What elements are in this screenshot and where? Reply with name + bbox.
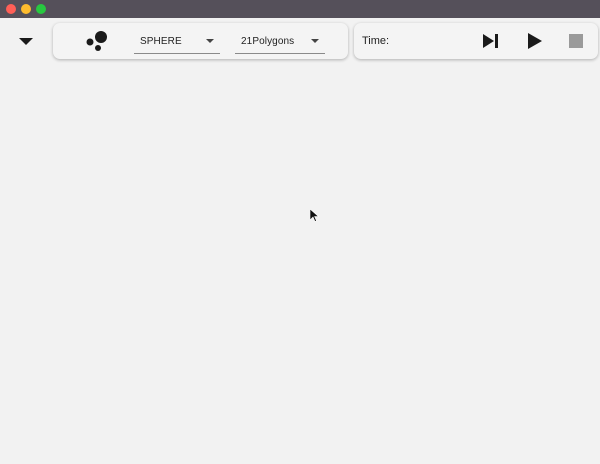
play-button[interactable] xyxy=(524,31,546,51)
step-forward-button[interactable] xyxy=(480,31,502,51)
step-forward-icon xyxy=(483,34,498,48)
stop-icon xyxy=(569,34,583,48)
close-window-button[interactable] xyxy=(6,4,16,14)
shape-settings-panel: SPHERE 21Polygons xyxy=(53,23,348,59)
play-icon xyxy=(528,33,542,49)
playback-panel: Time: xyxy=(354,23,598,59)
title-bar xyxy=(0,0,600,18)
chevron-down-icon xyxy=(206,39,214,43)
triangle-down-icon xyxy=(19,38,33,45)
menu-toggle-button[interactable] xyxy=(14,33,38,49)
polygon-count-select[interactable]: 21Polygons xyxy=(235,31,325,54)
maximize-window-button[interactable] xyxy=(36,4,46,14)
time-label: Time: xyxy=(362,35,390,47)
shape-select[interactable]: SPHERE xyxy=(134,31,220,54)
mouse-pointer-icon xyxy=(310,209,319,222)
chevron-down-icon xyxy=(311,39,319,43)
stop-button[interactable] xyxy=(565,31,587,51)
app-window: SPHERE 21Polygons Time: xyxy=(0,0,600,464)
polygon-count-value: 21Polygons xyxy=(241,36,295,47)
minimize-window-button[interactable] xyxy=(21,4,31,14)
spheres-icon[interactable] xyxy=(84,30,108,52)
shape-select-value: SPHERE xyxy=(140,36,182,47)
